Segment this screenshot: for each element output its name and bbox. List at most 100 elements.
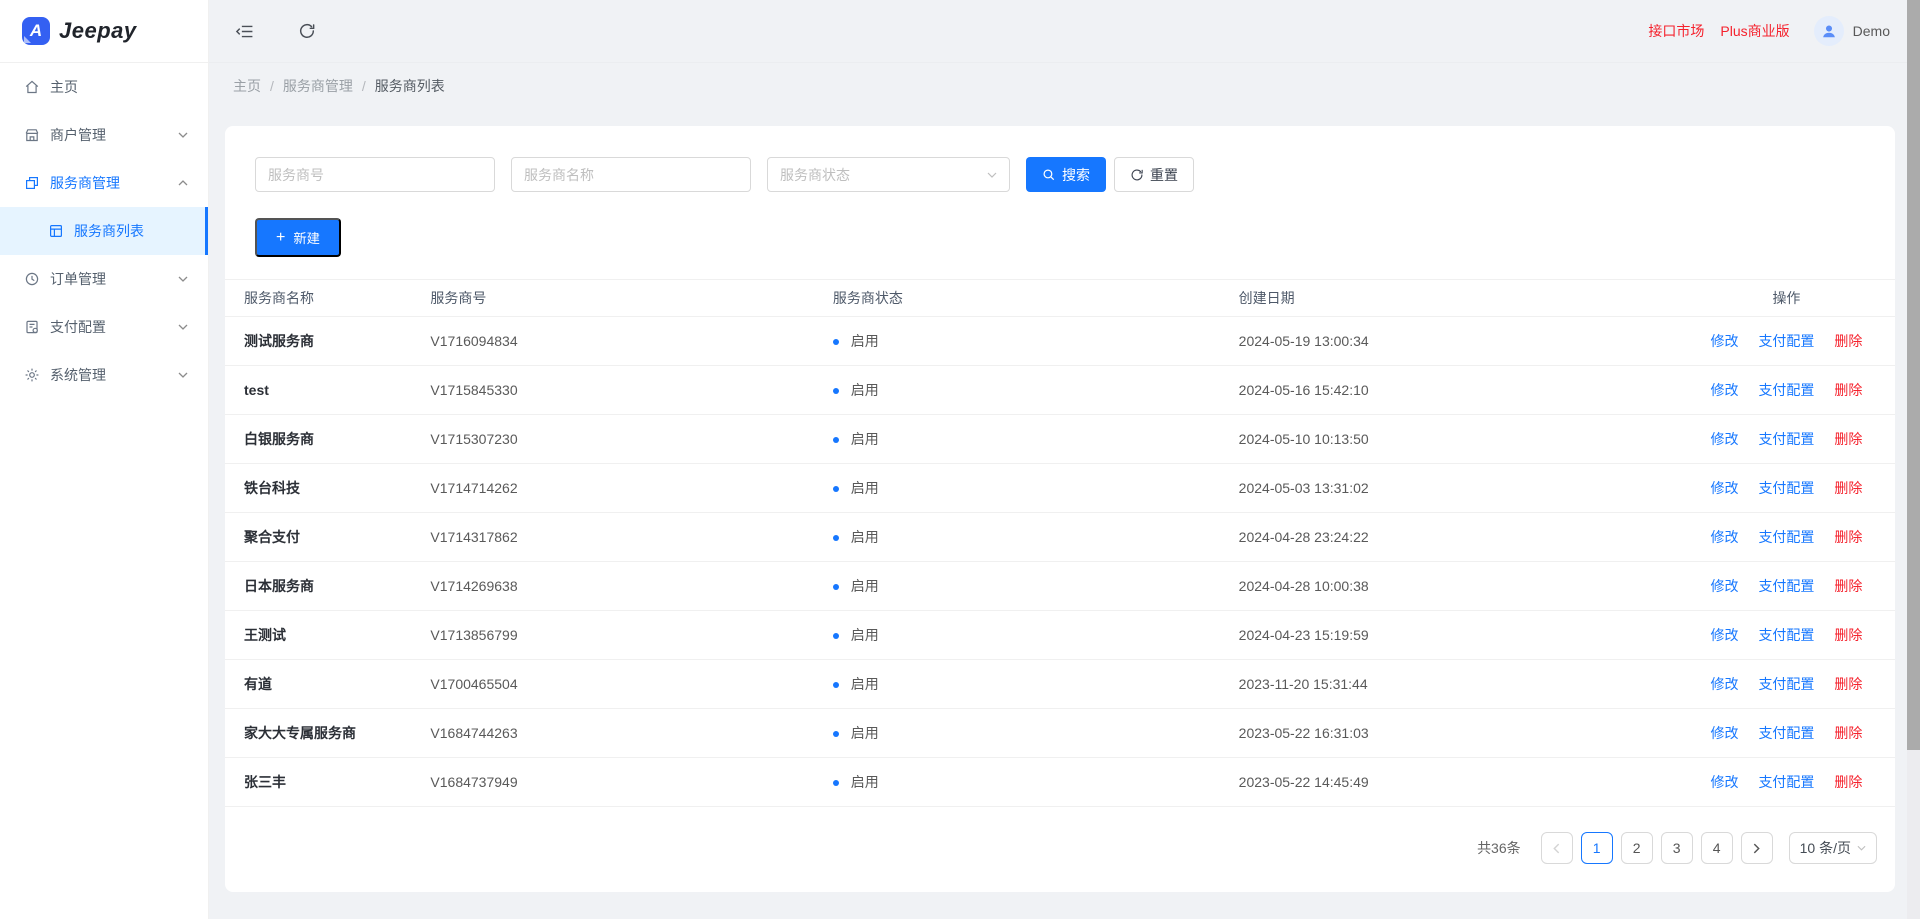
isv-no-input[interactable] — [255, 157, 495, 192]
modify-link[interactable]: 修改 — [1711, 529, 1739, 545]
delete-link[interactable]: 删除 — [1834, 431, 1862, 447]
sidebar-item-home[interactable]: 主页 — [0, 63, 208, 111]
pagination: 共36条 1234 10 条/页 — [225, 807, 1895, 864]
search-icon — [1042, 168, 1056, 182]
page-button-3[interactable]: 3 — [1661, 832, 1693, 864]
isv-number: V1714269638 — [430, 578, 517, 594]
sidebar-item-isv-mgmt[interactable]: 服务商管理 — [0, 159, 208, 207]
status-dot — [833, 535, 839, 541]
filter-buttons: 搜索 重置 — [1026, 157, 1194, 192]
plus-icon: + — [276, 230, 285, 246]
pay-config-link[interactable]: 支付配置 — [1758, 529, 1814, 545]
table-body: 测试服务商 V1716094834 启用 2024-05-19 13:00:34… — [225, 317, 1895, 807]
created-date: 2024-04-23 15:19:59 — [1239, 627, 1369, 643]
modify-link[interactable]: 修改 — [1711, 382, 1739, 398]
delete-link[interactable]: 删除 — [1834, 725, 1862, 741]
table-row: 聚合支付 V1714317862 启用 2024-04-28 23:24:22 … — [225, 513, 1895, 562]
column-isv-no: 服务商号 — [430, 290, 486, 306]
table-row: 张三丰 V1684737949 启用 2023-05-22 14:45:49 修… — [225, 758, 1895, 807]
status-dot — [833, 780, 839, 786]
jeepay-logo[interactable]: A Jeepay — [0, 0, 208, 63]
table-row: 家大大专属服务商 V1684744263 启用 2023-05-22 16:31… — [225, 709, 1895, 758]
delete-link[interactable]: 删除 — [1834, 333, 1862, 349]
status-label: 启用 — [851, 382, 879, 398]
delete-link[interactable]: 删除 — [1834, 676, 1862, 692]
table-row: 王测试 V1713856799 启用 2024-04-23 15:19:59 修… — [225, 611, 1895, 660]
topbar: 接口市场 Plus商业版 Demo — [209, 0, 1920, 63]
avatar[interactable] — [1814, 16, 1844, 46]
username-label[interactable]: Demo — [1853, 23, 1890, 39]
status-dot — [833, 731, 839, 737]
delete-link[interactable]: 删除 — [1834, 774, 1862, 790]
sidebar-item-pay-config[interactable]: 支付配置 — [0, 303, 208, 351]
pay-config-link[interactable]: 支付配置 — [1758, 431, 1814, 447]
list-icon — [48, 223, 64, 239]
menu-fold-icon[interactable] — [235, 23, 254, 40]
reset-button[interactable]: 重置 — [1114, 157, 1194, 192]
modify-link[interactable]: 修改 — [1711, 480, 1739, 496]
page-button-4[interactable]: 4 — [1701, 832, 1733, 864]
jeepay-logo-icon: A — [22, 17, 50, 45]
modify-link[interactable]: 修改 — [1711, 725, 1739, 741]
chevron-up-icon — [178, 180, 188, 186]
modify-link[interactable]: 修改 — [1711, 578, 1739, 594]
sidebar-item-merchant-mgmt[interactable]: 商户管理 — [0, 111, 208, 159]
pay-config-link[interactable]: 支付配置 — [1758, 725, 1814, 741]
status-label: 启用 — [851, 627, 879, 643]
created-date: 2024-04-28 23:24:22 — [1239, 529, 1369, 545]
sidebar-item-order-mgmt[interactable]: 订单管理 — [0, 255, 208, 303]
pay-config-icon — [24, 319, 40, 335]
sidebar-item-isv-list[interactable]: 服务商列表 — [0, 207, 208, 255]
pay-config-link[interactable]: 支付配置 — [1758, 480, 1814, 496]
isv-name: test — [244, 382, 269, 398]
sidebar: A Jeepay 主页 商户管理 服务商管理 — [0, 0, 209, 919]
pay-config-link[interactable]: 支付配置 — [1758, 676, 1814, 692]
modify-link[interactable]: 修改 — [1711, 333, 1739, 349]
plus-edition-link[interactable]: Plus商业版 — [1720, 21, 1789, 41]
search-button[interactable]: 搜索 — [1026, 157, 1106, 192]
chevron-down-icon — [1857, 845, 1866, 851]
isv-icon — [24, 175, 40, 191]
pay-config-link[interactable]: 支付配置 — [1758, 578, 1814, 594]
pagination-total: 共36条 — [1477, 838, 1521, 858]
modify-link[interactable]: 修改 — [1711, 431, 1739, 447]
modify-link[interactable]: 修改 — [1711, 676, 1739, 692]
create-button[interactable]: + 新建 — [255, 218, 341, 257]
scrollbar-thumb[interactable] — [1907, 0, 1920, 750]
delete-link[interactable]: 删除 — [1834, 627, 1862, 643]
isv-name-input[interactable] — [511, 157, 751, 192]
modify-link[interactable]: 修改 — [1711, 774, 1739, 790]
next-page-button[interactable] — [1741, 832, 1773, 864]
created-date: 2023-11-20 15:31:44 — [1239, 676, 1368, 692]
page-button-2[interactable]: 2 — [1621, 832, 1653, 864]
isv-name: 家大大专属服务商 — [244, 725, 356, 741]
created-date: 2023-05-22 14:45:49 — [1239, 774, 1369, 790]
page-button-1[interactable]: 1 — [1581, 832, 1613, 864]
breadcrumb-isv-mgmt[interactable]: 服务商管理 — [283, 76, 353, 96]
page-size-select[interactable]: 10 条/页 — [1789, 832, 1877, 864]
sidebar-item-system-mgmt[interactable]: 系统管理 — [0, 351, 208, 399]
reload-icon[interactable] — [298, 22, 316, 40]
isv-state-select[interactable]: 服务商状态 — [767, 157, 1010, 192]
delete-link[interactable]: 删除 — [1834, 529, 1862, 545]
prev-page-button[interactable] — [1541, 832, 1573, 864]
isv-name: 有道 — [244, 676, 272, 692]
api-market-link[interactable]: 接口市场 — [1648, 21, 1704, 41]
chevron-down-icon — [178, 276, 188, 282]
pay-config-link[interactable]: 支付配置 — [1758, 774, 1814, 790]
pay-config-link[interactable]: 支付配置 — [1758, 382, 1814, 398]
delete-link[interactable]: 删除 — [1834, 578, 1862, 594]
modify-link[interactable]: 修改 — [1711, 627, 1739, 643]
delete-link[interactable]: 删除 — [1834, 480, 1862, 496]
chevron-down-icon — [987, 172, 997, 178]
created-date: 2023-05-22 16:31:03 — [1239, 725, 1369, 741]
delete-link[interactable]: 删除 — [1834, 382, 1862, 398]
created-date: 2024-05-16 15:42:10 — [1239, 382, 1369, 398]
breadcrumb-home[interactable]: 主页 — [233, 76, 261, 96]
pay-config-link[interactable]: 支付配置 — [1758, 627, 1814, 643]
breadcrumb-separator: / — [270, 78, 274, 94]
isv-number: V1715845330 — [430, 382, 517, 398]
pay-config-link[interactable]: 支付配置 — [1758, 333, 1814, 349]
vertical-scrollbar[interactable] — [1907, 0, 1920, 919]
home-icon — [24, 79, 40, 95]
